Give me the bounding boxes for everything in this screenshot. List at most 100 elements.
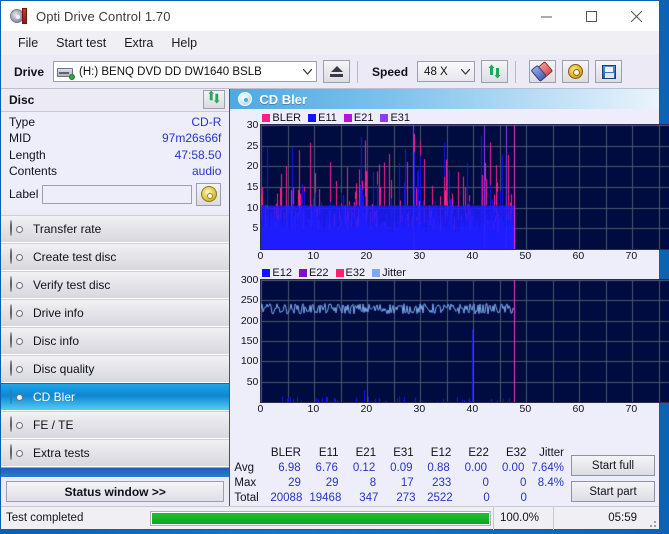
x-tick-label: 20: [360, 250, 373, 262]
cell: [534, 491, 571, 506]
sidebar-item-create-test-disc[interactable]: Create test disc: [1, 242, 230, 271]
settings-button[interactable]: [562, 60, 590, 83]
cell: 19468: [309, 492, 342, 504]
menu-item-start-test[interactable]: Start test: [47, 34, 115, 52]
x-tick-label: 20: [360, 403, 373, 415]
x-tick-label: 0: [257, 250, 264, 262]
legend-label: E31: [390, 111, 411, 124]
toolbar-divider: [515, 60, 517, 83]
save-button[interactable]: [595, 60, 623, 83]
column-header-e22: E22: [468, 447, 489, 459]
legend-label: E12: [272, 266, 292, 279]
eject-button[interactable]: [323, 60, 351, 83]
cell: 6.98: [278, 462, 301, 474]
disc-length-label: Length: [9, 147, 46, 162]
content-panel: CD Bler BLER E11 E21 E31 5 10 15 20 25 3…: [230, 89, 669, 506]
legend-label: E22: [308, 266, 329, 279]
eraser-icon: [531, 61, 554, 82]
sidebar-item-label: CD Bler: [33, 389, 76, 404]
cell: 347: [359, 492, 379, 504]
sidebar-item-cd-bler[interactable]: CD Bler: [1, 382, 230, 411]
x-tick-label: 10: [307, 403, 320, 415]
disc-info-panel: Type CD-R MID 97m26s66f Length 47:58.50 …: [1, 110, 230, 211]
x-tick-label: 50: [519, 403, 532, 415]
sidebar-item-extra-tests[interactable]: Extra tests: [1, 438, 230, 467]
y-tick-label: 250: [240, 294, 259, 307]
disc-type-value: CD-R: [191, 114, 222, 129]
e12-jitter-chart: E12 E22 E32 Jitter 50 100 150 200 250 30…: [234, 266, 669, 417]
x-tick-label: 70: [625, 403, 638, 415]
cell: 0.00: [464, 462, 488, 474]
y-tick-label: 20: [246, 160, 259, 173]
e12-plot: 50100150200250300 2%4%6%8%10%: [241, 274, 669, 403]
disc-mid-label: MID: [9, 131, 31, 146]
sidebar-item-label: FE / TE: [33, 417, 74, 432]
e12-y-axis-left: 50 100 150 200 250 300: [235, 274, 261, 402]
sidebar-item-fe-te[interactable]: FE / TE: [1, 410, 230, 439]
disc-refresh-button[interactable]: [203, 90, 226, 110]
progress-bar: [150, 510, 491, 526]
minimize-button[interactable]: [524, 1, 569, 31]
cell: 29: [325, 477, 339, 489]
disc-icon: [10, 416, 25, 433]
menu-item-file[interactable]: File: [9, 34, 47, 52]
legend-label: Jitter: [382, 266, 406, 279]
sidebar-item-verify-test-disc[interactable]: Verify test disc: [1, 270, 230, 299]
legend-item-jitter: Jitter: [372, 267, 406, 279]
menu-item-help[interactable]: Help: [162, 34, 206, 52]
menu-item-extra[interactable]: Extra: [115, 34, 162, 52]
legend-swatch: [262, 268, 271, 277]
sidebar: Disc Type CD-R MID 97m26s66f Length 47:5…: [1, 89, 231, 506]
legend-swatch: [372, 268, 381, 277]
cell: 8: [369, 477, 377, 489]
drive-select[interactable]: (H:) BENQ DVD DD DW1640 BSLB: [53, 61, 318, 82]
app-disc-icon: [10, 7, 27, 25]
status-window-button[interactable]: Status window >>: [6, 481, 225, 502]
cell: 0: [483, 492, 490, 504]
legend-label: BLER: [272, 111, 302, 124]
legend-swatch: [380, 113, 389, 122]
sidebar-item-label: Disc quality: [33, 361, 95, 376]
disc-label-row: Label: [9, 182, 222, 206]
y-tick-label: 10: [246, 201, 259, 214]
sidebar-item-disc-quality[interactable]: Disc quality: [1, 354, 230, 383]
resize-grip[interactable]: [645, 507, 659, 530]
close-button[interactable]: [614, 1, 659, 31]
cell: 233: [432, 477, 452, 489]
speed-label: Speed: [372, 64, 409, 79]
sidebar-item-label: Create test disc: [33, 249, 117, 264]
bler-plot-canvas: [261, 125, 669, 249]
speed-select[interactable]: 48 X: [417, 61, 476, 82]
maximize-button[interactable]: [569, 1, 614, 31]
sidebar-item-disc-info[interactable]: Disc info: [1, 326, 230, 355]
menu-bar: File Start test Extra Help: [1, 31, 659, 55]
cell: 0: [482, 477, 489, 489]
title-bar: Opti Drive Control 1.70: [1, 1, 659, 31]
y-tick-label: 25: [246, 139, 259, 152]
disc-icon: [10, 332, 25, 349]
y-tick-label: 300: [240, 274, 259, 286]
sidebar-item-drive-info[interactable]: Drive info: [1, 298, 230, 327]
cell: 6.76: [315, 462, 338, 474]
bler-plot: 51015202530 8 X16 X24 X32 X40 X48 X: [247, 119, 669, 250]
erase-button[interactable]: [529, 60, 557, 83]
chevron-down-icon: [299, 68, 316, 75]
sidebar-item-transfer-rate[interactable]: Transfer rate: [1, 214, 230, 243]
refresh-button[interactable]: [481, 60, 509, 83]
column-header-e31: E31: [393, 447, 414, 459]
column-header-e11: E11: [318, 447, 339, 459]
cell: 0.88: [427, 462, 450, 474]
application-window: Opti Drive Control 1.70 File Start test …: [0, 0, 669, 530]
cell: 0: [520, 492, 527, 504]
y-tick-label: 5: [252, 222, 259, 235]
window-controls: [524, 1, 659, 31]
start-full-button[interactable]: Start full: [571, 455, 655, 476]
disc-info-row-mid: MID 97m26s66f: [9, 130, 221, 147]
start-part-button[interactable]: Start part: [571, 481, 655, 502]
disc-label-input[interactable]: [42, 184, 193, 204]
disc-label-button[interactable]: [196, 182, 222, 206]
statistics-table: BLER E11 E21 E31 E12 E22 E32 Jitter Avg …: [234, 446, 571, 506]
main-body: Disc Type CD-R MID 97m26s66f Length 47:5…: [1, 89, 669, 506]
x-tick-label: 60: [572, 250, 585, 262]
screen: Opti Drive Control 1.70 File Start test …: [0, 0, 669, 534]
